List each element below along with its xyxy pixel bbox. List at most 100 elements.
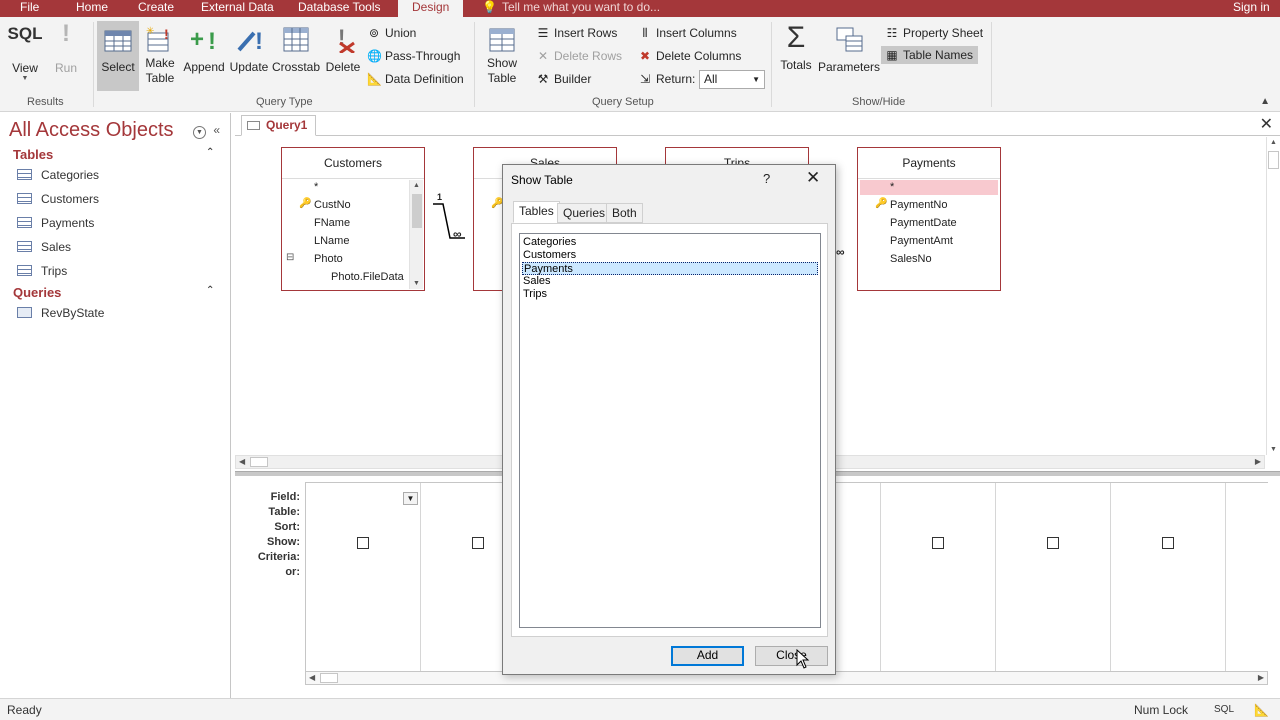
tab-design[interactable]: Design	[398, 0, 464, 17]
help-button[interactable]: ?	[763, 171, 770, 186]
nav-item-sales[interactable]: Sales	[17, 240, 71, 254]
table-payments[interactable]: Payments * 🔑 PaymentNo PaymentDate Payme…	[857, 147, 1001, 291]
union-button[interactable]: ⊚ Union	[367, 26, 416, 40]
table-title[interactable]: Customers	[282, 148, 424, 179]
field-item[interactable]: LName	[314, 235, 349, 247]
field-item[interactable]: *	[314, 181, 318, 193]
design-vertical-scrollbar[interactable]: ▲ ▼	[1266, 137, 1280, 455]
delete-query-button[interactable]: ! Delete	[323, 21, 363, 91]
insert-columns-button[interactable]: ⫴ Insert Columns	[638, 26, 736, 41]
tab-tables[interactable]: Tables	[513, 201, 560, 223]
show-table-button[interactable]: Show Table	[480, 21, 524, 95]
nav-item-categories[interactable]: Categories	[17, 168, 99, 182]
nav-item-payments[interactable]: Payments	[17, 216, 94, 230]
view-button[interactable]: SQL View ▼	[4, 21, 46, 91]
data-definition-button[interactable]: 📐 Data Definition	[367, 72, 464, 86]
list-item[interactable]: Customers	[522, 249, 818, 262]
nav-item-customers[interactable]: Customers	[17, 192, 99, 206]
field-item[interactable]: *	[890, 181, 894, 193]
sql-view-status-button[interactable]: SQL	[1214, 704, 1234, 715]
update-button[interactable]: ! Update	[228, 21, 270, 91]
field-item[interactable]: PaymentNo	[890, 199, 947, 211]
scroll-thumb[interactable]	[250, 457, 268, 467]
dialog-close-icon[interactable]: ✕	[806, 168, 820, 188]
tab-create[interactable]: Create	[138, 0, 174, 17]
parameters-button[interactable]: Parameters	[818, 21, 880, 91]
field-item[interactable]: Photo.FileData	[331, 271, 404, 283]
append-button[interactable]: +! Append	[181, 21, 227, 91]
delete-columns-button[interactable]: ✖ Delete Columns	[638, 49, 741, 63]
run-button[interactable]: ! Run	[50, 21, 82, 91]
list-item[interactable]: Trips	[522, 288, 818, 301]
pass-through-button[interactable]: 🌐 Pass-Through	[367, 49, 460, 63]
nav-item-trips[interactable]: Trips	[17, 264, 67, 278]
crosstab-button[interactable]: Crosstab	[271, 21, 321, 91]
scroll-left-icon[interactable]: ◀	[239, 457, 245, 466]
table-title[interactable]: Payments	[858, 148, 1000, 179]
sign-in-link[interactable]: Sign in	[1233, 0, 1270, 17]
shutter-bar-close-icon[interactable]: «	[213, 123, 220, 137]
grid-column[interactable]	[1111, 483, 1226, 671]
field-item[interactable]: CustNo	[314, 199, 351, 211]
scroll-up-icon[interactable]: ▲	[413, 182, 420, 189]
scroll-left-icon[interactable]: ◀	[309, 673, 315, 682]
collapse-minus-icon[interactable]: ⊟	[286, 252, 294, 263]
list-item[interactable]: Categories	[522, 236, 818, 249]
field-item[interactable]: PaymentAmt	[890, 235, 953, 247]
tell-me-box[interactable]: 💡 Tell me what you want to do...	[482, 0, 660, 15]
nav-item-revbystate[interactable]: RevByState	[17, 306, 104, 320]
builder-button[interactable]: ⚒ Builder	[536, 72, 592, 86]
close-document-icon[interactable]: ✕	[1260, 114, 1273, 134]
insert-rows-button[interactable]: ☰ Insert Rows	[536, 26, 618, 40]
field-item[interactable]: SalesNo	[890, 253, 932, 265]
add-button[interactable]: Add	[671, 646, 744, 666]
tab-queries[interactable]: Queries	[557, 203, 612, 223]
tab-file[interactable]: File	[20, 0, 39, 17]
tab-query1[interactable]: Query1	[241, 115, 317, 136]
table-customers[interactable]: Customers * 🔑 CustNo FName LName ⊟ Photo…	[281, 147, 425, 291]
tab-external-data[interactable]: External Data	[201, 0, 274, 17]
scroll-down-icon[interactable]: ▼	[1270, 446, 1277, 453]
table-list[interactable]: Categories Customers Payments Sales Trip…	[519, 233, 821, 628]
grid-column[interactable]	[881, 483, 996, 671]
tab-home[interactable]: Home	[76, 0, 108, 17]
scroll-up-icon[interactable]: ▲	[1270, 139, 1277, 146]
show-checkbox[interactable]	[357, 537, 369, 549]
grid-column[interactable]	[306, 483, 421, 671]
select-button[interactable]: Select	[97, 21, 139, 91]
field-dropdown-icon[interactable]: ▼	[403, 492, 418, 505]
nav-section-queries[interactable]: Queries ⌃	[13, 285, 214, 300]
scroll-thumb[interactable]	[320, 673, 338, 683]
show-checkbox[interactable]	[1162, 537, 1174, 549]
delete-rows-button[interactable]: ✕ Delete Rows	[536, 49, 622, 63]
list-item[interactable]: Sales	[522, 275, 818, 288]
scroll-down-icon[interactable]: ▼	[413, 280, 420, 287]
totals-button[interactable]: Σ Totals	[776, 21, 816, 91]
field-item[interactable]: FName	[314, 217, 350, 229]
nav-section-tables[interactable]: Tables ⌃	[13, 147, 214, 162]
tab-database-tools[interactable]: Database Tools	[298, 0, 381, 17]
scroll-right-icon[interactable]: ▶	[1258, 673, 1264, 682]
table-scrollbar[interactable]: ▲ ▼	[409, 180, 423, 289]
show-checkbox[interactable]	[1047, 537, 1059, 549]
make-table-button[interactable]: ! ✳ Make Table	[142, 21, 178, 91]
nav-dropdown-icon[interactable]: ▼	[193, 126, 206, 139]
collapse-ribbon-icon[interactable]: ▲	[1260, 96, 1270, 107]
scroll-thumb[interactable]	[1268, 151, 1279, 169]
collapse-icon[interactable]: ⌃	[206, 285, 214, 296]
scroll-right-icon[interactable]: ▶	[1255, 457, 1261, 466]
return-select[interactable]: All ▼	[699, 70, 765, 89]
show-checkbox[interactable]	[932, 537, 944, 549]
field-item[interactable]: Photo	[314, 253, 343, 265]
nav-title[interactable]: All Access Objects	[9, 119, 174, 142]
grid-column[interactable]	[996, 483, 1111, 671]
close-button[interactable]: Close	[755, 646, 828, 666]
show-checkbox[interactable]	[472, 537, 484, 549]
property-sheet-button[interactable]: ☷ Property Sheet	[885, 26, 983, 40]
field-item[interactable]: PaymentDate	[890, 217, 957, 229]
tab-both[interactable]: Both	[606, 203, 643, 223]
list-item-selected[interactable]: Payments	[522, 262, 818, 275]
scroll-thumb[interactable]	[412, 194, 422, 228]
collapse-icon[interactable]: ⌃	[206, 147, 214, 158]
design-view-icon[interactable]: 📐	[1254, 703, 1269, 717]
